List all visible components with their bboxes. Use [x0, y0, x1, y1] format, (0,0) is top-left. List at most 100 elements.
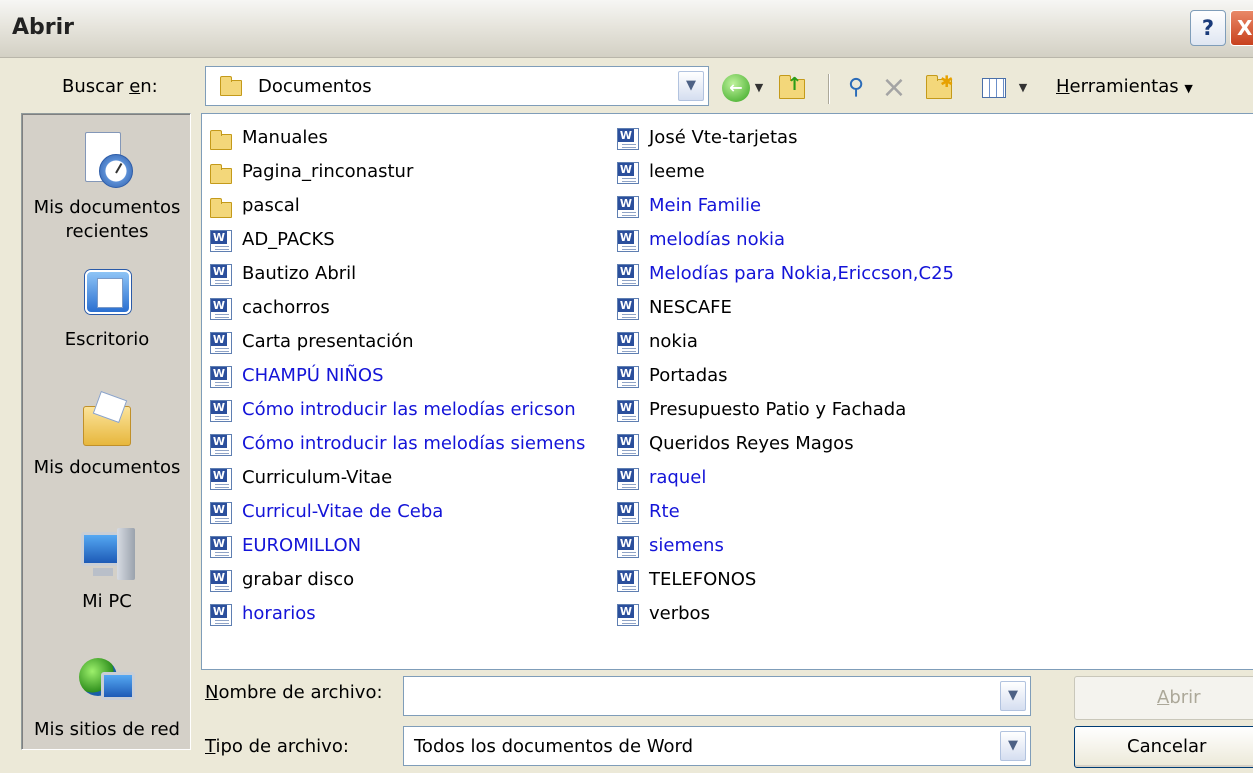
- search-web-icon[interactable]: ⚲: [842, 74, 870, 102]
- file-item[interactable]: TELEFONOS: [613, 566, 954, 600]
- file-item[interactable]: verbos: [613, 600, 954, 634]
- file-item[interactable]: Carta presentación: [206, 328, 585, 362]
- recent-documents-icon: [77, 132, 137, 192]
- file-item[interactable]: AD_PACKS: [206, 226, 585, 260]
- file-item[interactable]: raquel: [613, 464, 954, 498]
- file-item[interactable]: Portadas: [613, 362, 954, 396]
- back-arrow-icon[interactable]: ←: [722, 74, 750, 102]
- file-name: TELEFONOS: [649, 569, 757, 590]
- open-button[interactable]: Abrir: [1074, 676, 1253, 720]
- views-dropdown-icon[interactable]: ▼: [1016, 74, 1030, 102]
- close-button[interactable]: X: [1230, 10, 1253, 46]
- file-item[interactable]: Melodías para Nokia,Ericcson,C25: [613, 260, 954, 294]
- file-name: Mein Familie: [649, 195, 762, 216]
- file-name: NESCAFE: [649, 297, 732, 318]
- word-document-icon: [210, 264, 232, 286]
- chevron-down-icon[interactable]: ▼: [1000, 681, 1026, 711]
- file-name: AD_PACKS: [242, 229, 335, 250]
- file-item[interactable]: grabar disco: [206, 566, 585, 600]
- file-item[interactable]: Curricul-Vitae de Ceba: [206, 498, 585, 532]
- file-name: Pagina_rinconastur: [242, 161, 414, 182]
- filename-label: Nombre de archivo:: [205, 682, 383, 703]
- file-name: leeme: [649, 161, 705, 182]
- place-label-line2: recientes: [65, 221, 149, 242]
- word-document-icon: [210, 332, 232, 354]
- title-bar[interactable]: Abrir ? X: [0, 0, 1253, 58]
- file-item[interactable]: melodías nokia: [613, 226, 954, 260]
- chevron-down-icon[interactable]: ▼: [1000, 731, 1026, 761]
- file-item[interactable]: pascal: [206, 192, 585, 226]
- back-dropdown-icon[interactable]: ▼: [752, 74, 766, 102]
- place-recent[interactable]: Mis documentos recientes: [22, 132, 192, 244]
- place-my-documents[interactable]: Mis documentos: [22, 392, 192, 480]
- new-folder-icon[interactable]: ✱: [924, 72, 954, 102]
- word-document-icon: [617, 536, 639, 558]
- file-item[interactable]: Cómo introducir las melodías ericson: [206, 396, 585, 430]
- file-item[interactable]: Manuales: [206, 124, 585, 158]
- my-documents-icon: [77, 392, 137, 452]
- lookin-label-pre: Buscar: [62, 76, 130, 97]
- filetype-dropdown[interactable]: Todos los documentos de Word ▼: [403, 726, 1031, 766]
- file-item[interactable]: nokia: [613, 328, 954, 362]
- file-name: Curricul-Vitae de Ceba: [242, 501, 444, 522]
- file-item[interactable]: cachorros: [206, 294, 585, 328]
- file-item[interactable]: Pagina_rinconastur: [206, 158, 585, 192]
- up-folder-icon[interactable]: ↑: [778, 74, 806, 102]
- file-item[interactable]: José Vte-tarjetas: [613, 124, 954, 158]
- word-document-icon: [210, 604, 232, 626]
- place-label: Mis documentos: [33, 457, 181, 478]
- place-label: Mi PC: [82, 591, 132, 612]
- place-label: Mis sitios de red: [34, 719, 180, 740]
- place-desktop[interactable]: Escritorio: [22, 264, 192, 352]
- file-item[interactable]: leeme: [613, 158, 954, 192]
- word-document-icon: [210, 366, 232, 388]
- word-document-icon: [617, 264, 639, 286]
- file-item[interactable]: Rte: [613, 498, 954, 532]
- file-item[interactable]: Presupuesto Patio y Fachada: [613, 396, 954, 430]
- word-document-icon: [617, 366, 639, 388]
- word-document-icon: [617, 230, 639, 252]
- tools-menu[interactable]: Herramientas ▼: [1056, 76, 1193, 97]
- file-list[interactable]: Manuales Pagina_rinconasturpascal AD_PACKS…: [201, 113, 1253, 670]
- file-item[interactable]: CHAMPÚ NIÑOS: [206, 362, 585, 396]
- file-item[interactable]: Curriculum-Vitae: [206, 464, 585, 498]
- file-item[interactable]: NESCAFE: [613, 294, 954, 328]
- file-item[interactable]: horarios: [206, 600, 585, 634]
- place-label: Mis documentos: [33, 197, 181, 218]
- file-item[interactable]: EUROMILLON: [206, 532, 585, 566]
- file-name: raquel: [649, 467, 707, 488]
- lookin-dropdown[interactable]: Documentos ▼: [205, 66, 709, 106]
- file-item[interactable]: Bautizo Abril: [206, 260, 585, 294]
- file-name: grabar disco: [242, 569, 355, 590]
- delete-icon[interactable]: ×: [880, 73, 908, 103]
- word-document-icon: [617, 298, 639, 320]
- filename-input[interactable]: ▼: [403, 676, 1031, 716]
- folder-icon: [210, 130, 232, 150]
- place-network[interactable]: Mis sitios de red: [22, 654, 192, 742]
- file-name: Queridos Reyes Magos: [649, 433, 854, 454]
- filetype-label-accel: T: [205, 736, 216, 757]
- chevron-down-icon[interactable]: ▼: [678, 71, 704, 101]
- file-name: melodías nokia: [649, 229, 786, 250]
- word-document-icon: [210, 536, 232, 558]
- file-name: Carta presentación: [242, 331, 414, 352]
- word-document-icon: [617, 400, 639, 422]
- file-item[interactable]: Cómo introducir las melodías siemens: [206, 430, 585, 464]
- views-icon[interactable]: [980, 74, 1008, 102]
- cancel-button[interactable]: Cancelar: [1074, 726, 1253, 768]
- file-name: Portadas: [649, 365, 728, 386]
- word-document-icon: [617, 604, 639, 626]
- file-name: horarios: [242, 603, 316, 624]
- file-name: Manuales: [242, 127, 328, 148]
- help-button[interactable]: ?: [1190, 10, 1226, 46]
- lookin-label: Buscar en:: [62, 76, 158, 97]
- file-item[interactable]: Mein Familie: [613, 192, 954, 226]
- file-name: Rte: [649, 501, 680, 522]
- toolbar-separator: [828, 74, 830, 104]
- folder-icon: [210, 198, 232, 218]
- file-name: pascal: [242, 195, 300, 216]
- file-item[interactable]: Queridos Reyes Magos: [613, 430, 954, 464]
- file-item[interactable]: siemens: [613, 532, 954, 566]
- word-document-icon: [210, 400, 232, 422]
- place-my-computer[interactable]: Mi PC: [22, 526, 192, 614]
